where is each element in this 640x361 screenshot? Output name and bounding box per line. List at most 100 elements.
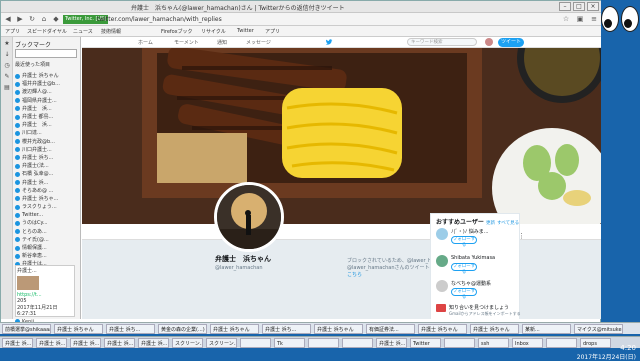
- bookmark-list-item[interactable]: そらあめ@ ...: [15, 187, 81, 195]
- follow-button[interactable]: フォローする: [451, 288, 477, 300]
- bookmark-list-item[interactable]: 石橋 弘幸@...: [15, 170, 81, 178]
- taskbar-button[interactable]: 有価証券法...: [366, 324, 415, 334]
- home-icon[interactable]: ⌂: [39, 15, 49, 24]
- taskbar-button[interactable]: 弁護士 浜...: [2, 338, 33, 348]
- bookmark-list-item[interactable]: 弁護士 浜...: [15, 105, 81, 113]
- bookmark-list-item[interactable]: 情報保護...: [15, 244, 81, 252]
- maximize-button[interactable]: □: [573, 2, 585, 11]
- bookmark-item[interactable]: Firefoxブック: [161, 28, 193, 35]
- clock[interactable]: 4:20 2017年12月24日(日): [577, 344, 636, 361]
- nav-moments[interactable]: モーメント: [174, 39, 199, 46]
- view-all-link[interactable]: すべて見る: [497, 221, 519, 226]
- suggested-user-name[interactable]: Shibata Yukimasa: [451, 255, 495, 261]
- bookmark-list-item[interactable]: 弁護士(法...: [15, 162, 81, 170]
- bookmark-item[interactable]: 技術情報: [101, 28, 121, 35]
- bookmark-list-item[interactable]: Twitter...: [15, 211, 81, 219]
- taskbar-button[interactable]: [240, 338, 271, 348]
- back-icon[interactable]: ◀: [3, 15, 13, 24]
- follow-button[interactable]: フォローする: [451, 236, 477, 248]
- follow-button[interactable]: フォローする: [451, 263, 477, 275]
- taskbar-button[interactable]: Inbox: [512, 338, 543, 348]
- taskbar-button[interactable]: 弁護士 浜...: [104, 338, 135, 348]
- menu-icon[interactable]: ≡: [589, 15, 599, 24]
- taskbar-button[interactable]: マイクス@mitsuke...: [574, 324, 623, 334]
- shield-icon[interactable]: ◆: [51, 15, 61, 24]
- find-contacts-title[interactable]: 知り合いを見つけましょう: [449, 304, 509, 311]
- avatar[interactable]: [436, 255, 448, 267]
- avatar[interactable]: [436, 228, 448, 240]
- panel-icon[interactable]: ▤: [3, 84, 11, 92]
- extension-icon[interactable]: ▣: [575, 15, 585, 24]
- taskbar-button[interactable]: 弁護士 浜...: [70, 338, 101, 348]
- bookmark-list-item[interactable]: 弁護士 浜ち...: [15, 154, 81, 162]
- bookmark-list-item[interactable]: テイ氏(@...: [15, 236, 81, 244]
- taskbar-button[interactable]: [308, 338, 339, 348]
- taskbar-button[interactable]: 前橋選挙@shikaaaaa2...: [2, 324, 51, 334]
- forward-icon[interactable]: ▶: [15, 15, 25, 24]
- taskbar-button[interactable]: Twitter: [410, 338, 441, 348]
- taskbar-button[interactable]: 弁護士 浜...: [138, 338, 169, 348]
- bookmark-list-item[interactable]: 川口弁護士...: [15, 146, 81, 154]
- taskbar-button[interactable]: [444, 338, 475, 348]
- bookmark-list-item[interactable]: ラスクりょう...: [15, 203, 81, 211]
- refresh-link[interactable]: 更新: [486, 221, 495, 226]
- taskbar-button[interactable]: [546, 338, 577, 348]
- minimize-button[interactable]: –: [559, 2, 571, 11]
- tweet-button[interactable]: ツイート: [498, 38, 524, 47]
- nav-notifications[interactable]: 通知: [217, 39, 227, 46]
- bookmark-list-item[interactable]: 福岡県弁護士...: [15, 97, 81, 105]
- nav-home[interactable]: ホーム: [138, 39, 153, 46]
- history-icon[interactable]: ◷: [3, 62, 11, 70]
- taskbar-button[interactable]: Tk: [274, 338, 305, 348]
- bookmark-list-item[interactable]: とらのあ...: [15, 228, 81, 236]
- avatar[interactable]: [436, 280, 448, 292]
- taskbar-button[interactable]: 弁護士 浜ちゃん: [470, 324, 519, 334]
- bookmark-list-item[interactable]: 福井弁護士@b...: [15, 80, 81, 88]
- notes-icon[interactable]: ✎: [3, 73, 11, 81]
- bookmark-list-item[interactable]: 弁護士 浜ちゃ...: [15, 195, 81, 203]
- taskbar-button[interactable]: 黄金の森の企業(...): [158, 324, 207, 334]
- bookmark-list-item[interactable]: 櫻井光政@b...: [15, 138, 81, 146]
- bookmark-item[interactable]: リサイクル: [201, 28, 226, 35]
- bookmark-item[interactable]: アプリ: [5, 28, 20, 35]
- account-avatar[interactable]: [485, 38, 493, 46]
- nav-messages[interactable]: メッセージ: [246, 39, 271, 46]
- close-button[interactable]: ×: [587, 2, 599, 11]
- download-icon[interactable]: ↓: [3, 51, 11, 59]
- taskbar-button[interactable]: 某新...: [522, 324, 571, 334]
- taskbar-button[interactable]: スクリーン...: [206, 338, 237, 348]
- bookmark-icon[interactable]: ★: [3, 40, 11, 48]
- taskbar-button[interactable]: 弁護士 浜ちゃん: [418, 324, 467, 334]
- bookmark-item[interactable]: Twitter: [237, 28, 254, 34]
- bookmark-list-item[interactable]: 弁護士 都島...: [15, 113, 81, 121]
- taskbar-button[interactable]: [342, 338, 373, 348]
- profile-avatar[interactable]: [214, 182, 284, 252]
- bookmark-list-item[interactable]: 弁護士 浜...: [15, 178, 81, 186]
- taskbar-button[interactable]: 弁護士 浜ちゃん: [210, 324, 259, 334]
- sidebar-search-input[interactable]: [15, 49, 77, 58]
- twitter-search-input[interactable]: キーワード検索: [407, 38, 477, 46]
- reload-icon[interactable]: ↻: [27, 15, 37, 24]
- sidebar-folder[interactable]: 最近使った項目: [15, 61, 50, 69]
- taskbar-button[interactable]: スクリーン...: [172, 338, 203, 348]
- taskbar-button[interactable]: 弁護士 浜ちゃん: [314, 324, 363, 334]
- taskbar-button[interactable]: 弁護士 浜...: [36, 338, 67, 348]
- taskbar-button[interactable]: ssh: [478, 338, 509, 348]
- bookmark-list-item[interactable]: 新谷幸恵...: [15, 252, 81, 260]
- taskbar-button[interactable]: 弁護士 浜...: [376, 338, 407, 348]
- taskbar-button[interactable]: 弁護士 浜ち...: [262, 324, 311, 334]
- url-input[interactable]: twitter.com/lawer_hamachan/with_replies: [97, 15, 222, 24]
- bookmark-list-item[interactable]: うのはCy...: [15, 219, 81, 227]
- suggested-user-name[interactable]: ﾉ(ﾞ・)ﾉ 悩みま...: [451, 228, 489, 235]
- bookmark-item[interactable]: アプリ: [265, 28, 280, 35]
- bookmark-list-item[interactable]: 渡辺輝人@...: [15, 88, 81, 96]
- bookmark-list-item[interactable]: 弁護士 浜...: [15, 121, 81, 129]
- bookmark-item[interactable]: スピードダイヤル: [27, 28, 67, 35]
- bookmark-list-item[interactable]: 弁護士 浜ちゃん: [15, 72, 81, 80]
- taskbar-button[interactable]: 弁護士 浜ちゃん: [54, 324, 103, 334]
- suggested-user-name[interactable]: なべちゃ@運動系: [451, 280, 491, 287]
- star-icon[interactable]: ☆: [561, 15, 571, 24]
- find-contacts-sub[interactable]: Gmailからアドレス帳をインポートする: [449, 311, 521, 317]
- bookmark-list-item[interactable]: 川口達...: [15, 129, 81, 137]
- taskbar-button[interactable]: 弁護士 浜ち...: [106, 324, 155, 334]
